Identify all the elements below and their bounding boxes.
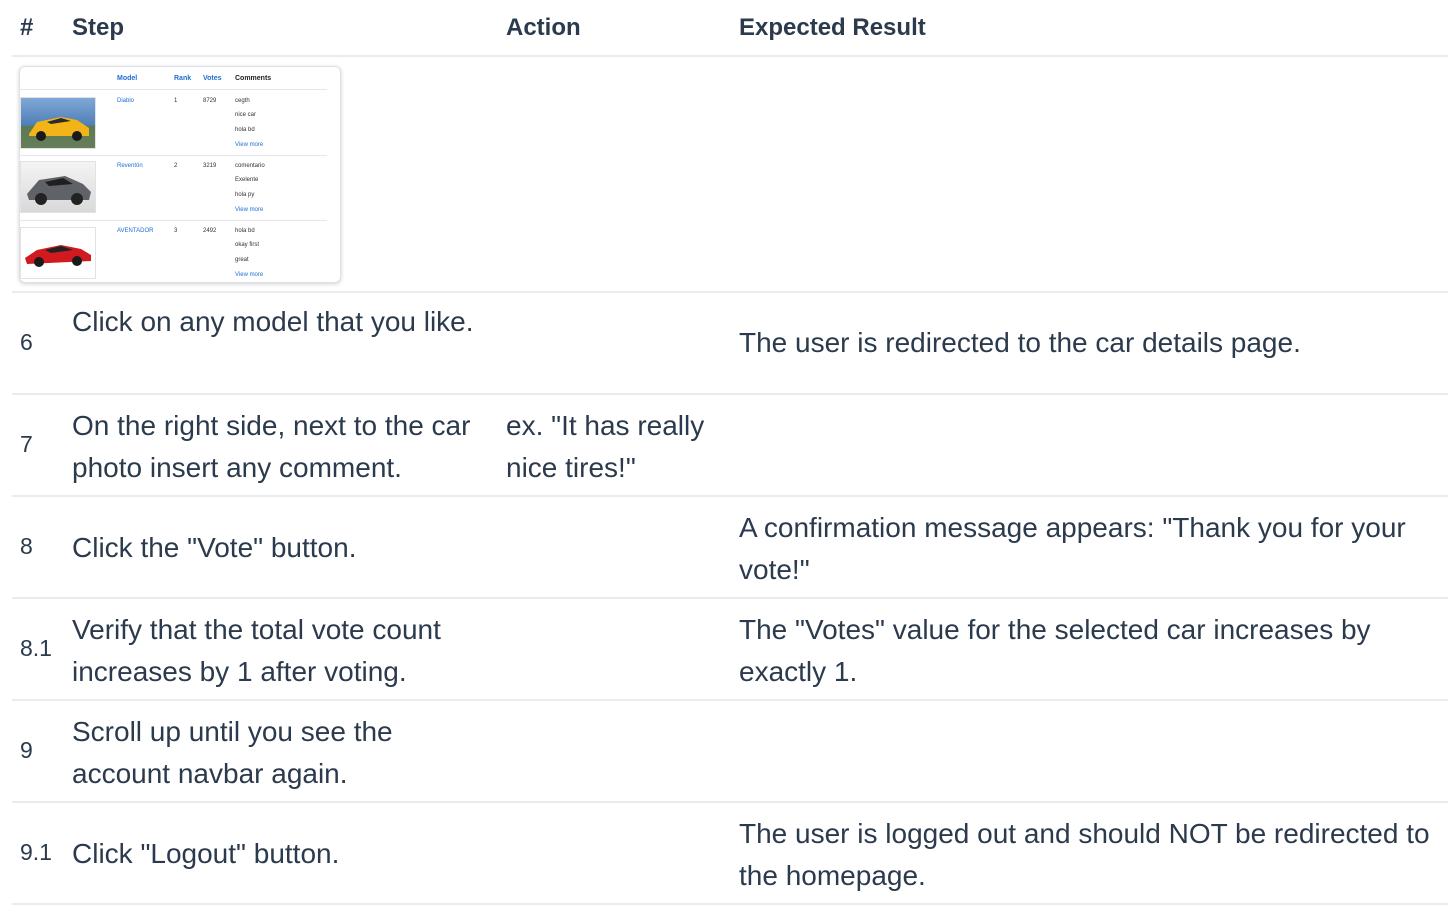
- step-text: Scroll up until you see the account navb…: [72, 716, 393, 789]
- car-thumbnail-aventador: [20, 227, 96, 279]
- header-step: Step: [72, 14, 125, 41]
- shot-divider: [20, 89, 327, 90]
- header-action: Action: [506, 14, 581, 41]
- shot-view-more-link[interactable]: View more: [235, 272, 263, 278]
- table-row: 7 On the right side, next to the car pho…: [12, 395, 1448, 497]
- header-expected-result: Expected Result: [739, 14, 926, 41]
- step-text: Click on any model that you like.: [72, 306, 474, 337]
- table-row: 8.1 Verify that the total vote count inc…: [12, 599, 1448, 701]
- car-ranking-screenshot: Model Rank Votes Comments Diablo 1 8729 …: [19, 66, 341, 283]
- shot-header-model: Model: [117, 75, 138, 82]
- shot-comment: hola py: [235, 192, 255, 198]
- shot-rank: 2: [174, 163, 178, 169]
- step-number: 8: [20, 533, 33, 559]
- shot-view-more-link[interactable]: View more: [235, 142, 263, 148]
- shot-comment: okay first: [235, 242, 260, 248]
- table-header: # Step Action Expected Result: [12, 0, 1448, 57]
- shot-votes: 2492: [203, 228, 217, 234]
- step-text: On the right side, next to the car photo…: [72, 410, 471, 483]
- step-text: Click the "Vote" button.: [72, 532, 357, 563]
- shot-votes: 3219: [203, 163, 217, 169]
- step-number: 9: [20, 737, 33, 763]
- header-number: #: [20, 14, 34, 41]
- shot-votes: 8729: [203, 98, 217, 104]
- shot-divider: [20, 220, 327, 221]
- step-text: Click "Logout" button.: [72, 838, 340, 869]
- table-row-screenshot: Model Rank Votes Comments Diablo 1 8729 …: [12, 57, 1448, 293]
- shot-model-link[interactable]: Reventón: [117, 163, 143, 169]
- expected-result-text: The user is redirected to the car detail…: [739, 327, 1301, 358]
- shot-model-link[interactable]: AVENTADOR: [117, 228, 153, 234]
- test-steps-table: # Step Action Expected Result Model Rank…: [12, 0, 1448, 905]
- shot-rank: 3: [174, 228, 178, 234]
- expected-result-text: A confirmation message appears: "Thank y…: [739, 512, 1406, 585]
- car-thumbnail-reventon: [20, 161, 96, 213]
- shot-header-comments: Comments: [235, 75, 272, 82]
- shot-comment: hola bd: [235, 228, 255, 234]
- table-row: 6 Click on any model that you like. The …: [12, 293, 1448, 395]
- shot-model-link[interactable]: Diablo: [117, 98, 134, 104]
- shot-comment: Exelente: [235, 177, 259, 183]
- step-number: 7: [20, 431, 33, 457]
- shot-comment: comentario: [235, 163, 265, 169]
- step-text: Verify that the total vote count increas…: [72, 614, 441, 687]
- step-number: 8.1: [20, 635, 52, 661]
- shot-header-votes: Votes: [203, 75, 222, 82]
- shot-divider: [20, 155, 327, 156]
- table-row: 9.1 Click "Logout" button. The user is l…: [12, 803, 1448, 905]
- table-row: 8 Click the "Vote" button. A confirmatio…: [12, 497, 1448, 599]
- shot-comment: cegth: [235, 98, 250, 104]
- expected-result-text: The "Votes" value for the selected car i…: [739, 614, 1371, 687]
- shot-comment: nice car: [235, 112, 257, 118]
- shot-rank: 1: [174, 98, 178, 104]
- shot-view-more-link[interactable]: View more: [235, 207, 263, 213]
- car-thumbnail-diablo: [20, 97, 96, 149]
- shot-comment: hola bd: [235, 127, 255, 133]
- expected-result-text: The user is logged out and should NOT be…: [739, 818, 1430, 891]
- action-text: ex. "It has really nice tires!": [506, 410, 705, 483]
- step-number: 6: [20, 329, 33, 355]
- shot-comment: great: [235, 257, 249, 263]
- table-row: 9 Scroll up until you see the account na…: [12, 701, 1448, 803]
- step-number: 9.1: [20, 839, 52, 865]
- shot-header-rank: Rank: [174, 75, 192, 82]
